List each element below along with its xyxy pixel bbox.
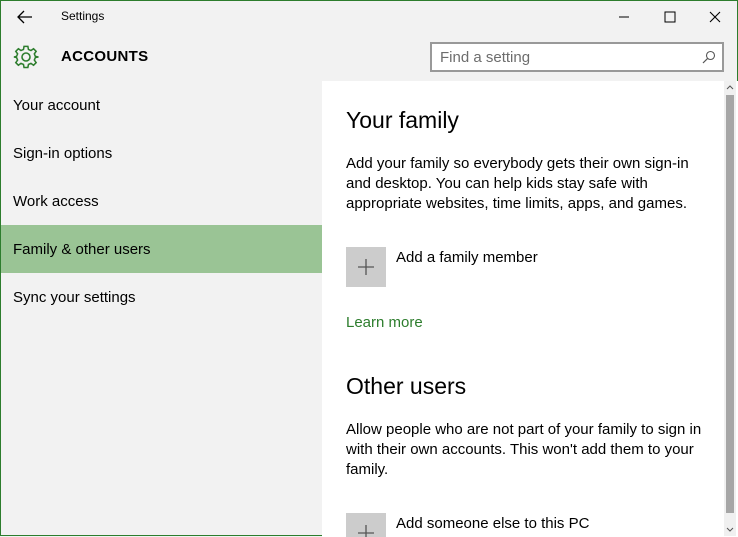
family-description: Add your family so everybody gets their … bbox=[346, 155, 689, 212]
sidebar-item-your-account[interactable]: Your account bbox=[1, 81, 322, 129]
sidebar-item-sync-settings[interactable]: Sync your settings bbox=[1, 273, 322, 321]
maximize-icon bbox=[664, 11, 676, 23]
other-users-heading: Other users bbox=[346, 373, 467, 399]
search-input[interactable] bbox=[432, 44, 696, 70]
sidebar-item-label: Family & other users bbox=[13, 240, 151, 258]
learn-more-link[interactable]: Learn more bbox=[346, 314, 423, 331]
sidebar-item-family-other-users[interactable]: Family & other users bbox=[1, 225, 322, 273]
title-bar: Settings bbox=[1, 1, 737, 33]
section-title: ACCOUNTS bbox=[61, 48, 149, 65]
settings-window: Settings ACCOUNTS Your account bbox=[0, 0, 738, 537]
chevron-up-icon bbox=[726, 85, 734, 90]
window-title: Settings bbox=[61, 9, 105, 23]
add-family-member-button[interactable] bbox=[346, 247, 386, 287]
plus-icon bbox=[358, 259, 374, 275]
sidebar-item-label: Work access bbox=[13, 192, 99, 210]
sidebar-item-sign-in-options[interactable]: Sign-in options bbox=[1, 129, 322, 177]
close-button[interactable] bbox=[692, 1, 738, 33]
plus-icon bbox=[358, 525, 374, 537]
page-header: ACCOUNTS bbox=[1, 33, 737, 81]
minimize-button[interactable] bbox=[601, 1, 647, 33]
back-button[interactable] bbox=[9, 5, 41, 29]
other-users-description: Allow people who are not part of your fa… bbox=[346, 421, 702, 478]
add-someone-else-label[interactable]: Add someone else to this PC bbox=[396, 515, 589, 532]
sidebar: Your account Sign-in options Work access… bbox=[1, 81, 322, 537]
maximize-button[interactable] bbox=[647, 1, 693, 33]
scroll-up-button[interactable] bbox=[724, 81, 736, 93]
search-icon[interactable] bbox=[696, 44, 722, 70]
sidebar-item-work-access[interactable]: Work access bbox=[1, 177, 322, 225]
search-box[interactable] bbox=[430, 42, 724, 72]
content-scrollbar[interactable] bbox=[724, 81, 736, 536]
close-icon bbox=[709, 11, 721, 23]
gear-icon bbox=[13, 45, 39, 69]
sidebar-item-label: Sync your settings bbox=[13, 288, 136, 306]
family-heading: Your family bbox=[346, 107, 459, 133]
scroll-thumb[interactable] bbox=[726, 95, 734, 513]
main-content: Your family Add your family so everybody… bbox=[322, 81, 738, 537]
sidebar-item-label: Sign-in options bbox=[13, 144, 113, 162]
chevron-down-icon bbox=[726, 527, 734, 532]
sidebar-item-label: Your account bbox=[13, 96, 101, 114]
scroll-down-button[interactable] bbox=[724, 524, 736, 536]
minimize-icon bbox=[619, 16, 629, 18]
add-family-member-label[interactable]: Add a family member bbox=[396, 249, 538, 266]
back-arrow-icon bbox=[17, 10, 32, 24]
add-someone-else-button[interactable] bbox=[346, 513, 386, 537]
